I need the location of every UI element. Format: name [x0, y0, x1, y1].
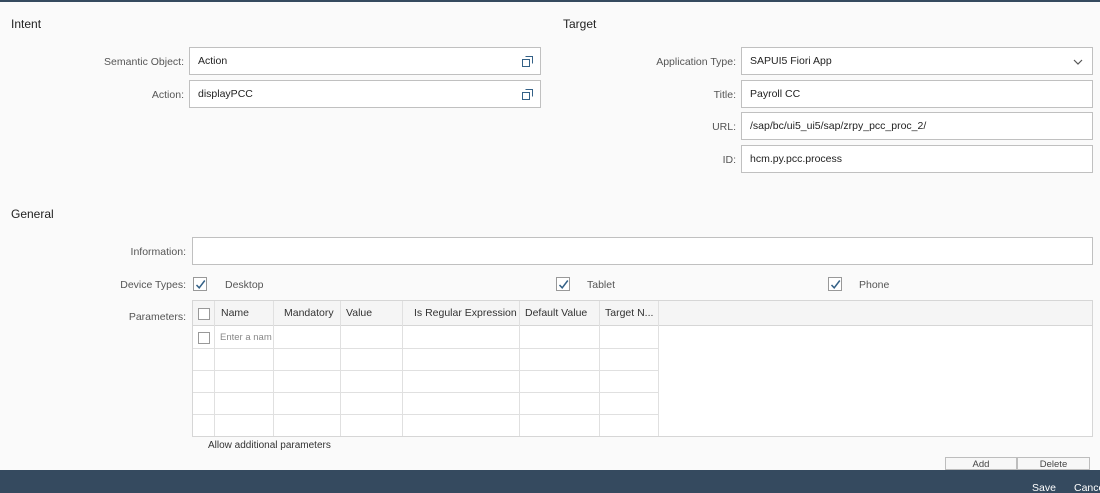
url-field[interactable]: /sap/bc/ui5_ui5/sap/zrpy_pcc_proc_2/ [741, 112, 1093, 140]
column-header-regex[interactable]: Is Regular Expression [414, 307, 519, 319]
row-select-checkbox[interactable] [198, 332, 210, 344]
title-field[interactable]: Payroll CC [741, 80, 1093, 108]
phone-checkbox[interactable] [828, 277, 842, 291]
checkmark-icon [195, 280, 206, 289]
default-value-column [520, 301, 600, 436]
save-button[interactable]: Save [1032, 482, 1056, 493]
title-value: Payroll CC [750, 88, 801, 100]
device-types-label: Device Types: [120, 279, 186, 291]
row-divider [193, 392, 659, 393]
application-type-value: SAPUI5 Fiori App [750, 55, 832, 67]
column-header-name[interactable]: Name [221, 307, 273, 319]
select-all-checkbox[interactable] [198, 308, 210, 320]
url-label: URL: [712, 121, 736, 133]
delete-button[interactable]: Delete [1017, 457, 1090, 470]
regex-column [403, 301, 520, 436]
tablet-checkbox[interactable] [556, 277, 570, 291]
top-border [0, 0, 1100, 2]
desktop-label: Desktop [225, 279, 264, 291]
desktop-checkbox[interactable] [193, 277, 207, 291]
parameters-label: Parameters: [128, 311, 186, 323]
footer-bar [0, 470, 1100, 493]
row-divider [193, 348, 659, 349]
value-help-icon[interactable] [522, 56, 533, 67]
id-value: hcm.py.pcc.process [750, 153, 843, 165]
intent-heading: Intent [11, 17, 42, 31]
allow-additional-parameters[interactable]: Allow additional parameters [208, 440, 331, 451]
information-field[interactable] [192, 237, 1093, 265]
column-header-mandatory[interactable]: Mandatory [284, 307, 340, 319]
target-heading: Target [563, 17, 597, 31]
general-heading: General [11, 207, 54, 221]
column-header-value[interactable]: Value [346, 307, 402, 319]
id-label: ID: [722, 154, 736, 166]
chevron-down-icon[interactable] [1073, 57, 1083, 67]
checkmark-icon [558, 280, 569, 289]
action-field[interactable]: displayPCC [189, 80, 541, 108]
row-divider [193, 370, 659, 371]
column-header-target-name[interactable]: Target N... [605, 307, 658, 319]
information-label: Information: [130, 246, 186, 258]
cancel-button[interactable]: Cance [1074, 482, 1100, 493]
parameters-table: Name Mandatory Value Is Regular Expressi… [192, 300, 1093, 437]
id-field[interactable]: hcm.py.pcc.process [741, 145, 1093, 173]
target-name-column [600, 301, 659, 436]
title-label: Title: [713, 89, 736, 101]
name-input[interactable]: Enter a nam [220, 332, 272, 343]
checkmark-icon [830, 280, 841, 289]
add-button[interactable]: Add [945, 457, 1017, 470]
url-value: /sap/bc/ui5_ui5/sap/zrpy_pcc_proc_2/ [750, 120, 927, 132]
semantic-object-label: Semantic Object: [104, 56, 184, 68]
application-type-label: Application Type: [656, 56, 736, 68]
application-type-select[interactable]: SAPUI5 Fiori App [741, 47, 1093, 75]
phone-label: Phone [859, 279, 890, 291]
column-header-default-value[interactable]: Default Value [525, 307, 599, 319]
semantic-object-value: Action [198, 55, 228, 67]
tablet-label: Tablet [587, 279, 616, 291]
action-label: Action: [151, 89, 184, 101]
value-column [341, 301, 403, 436]
action-value: displayPCC [198, 88, 253, 100]
select-column [193, 301, 215, 436]
mandatory-column [274, 301, 341, 436]
name-column [215, 301, 274, 436]
semantic-object-field[interactable]: Action [189, 47, 541, 75]
value-help-icon[interactable] [522, 89, 533, 100]
row-divider [193, 414, 659, 415]
